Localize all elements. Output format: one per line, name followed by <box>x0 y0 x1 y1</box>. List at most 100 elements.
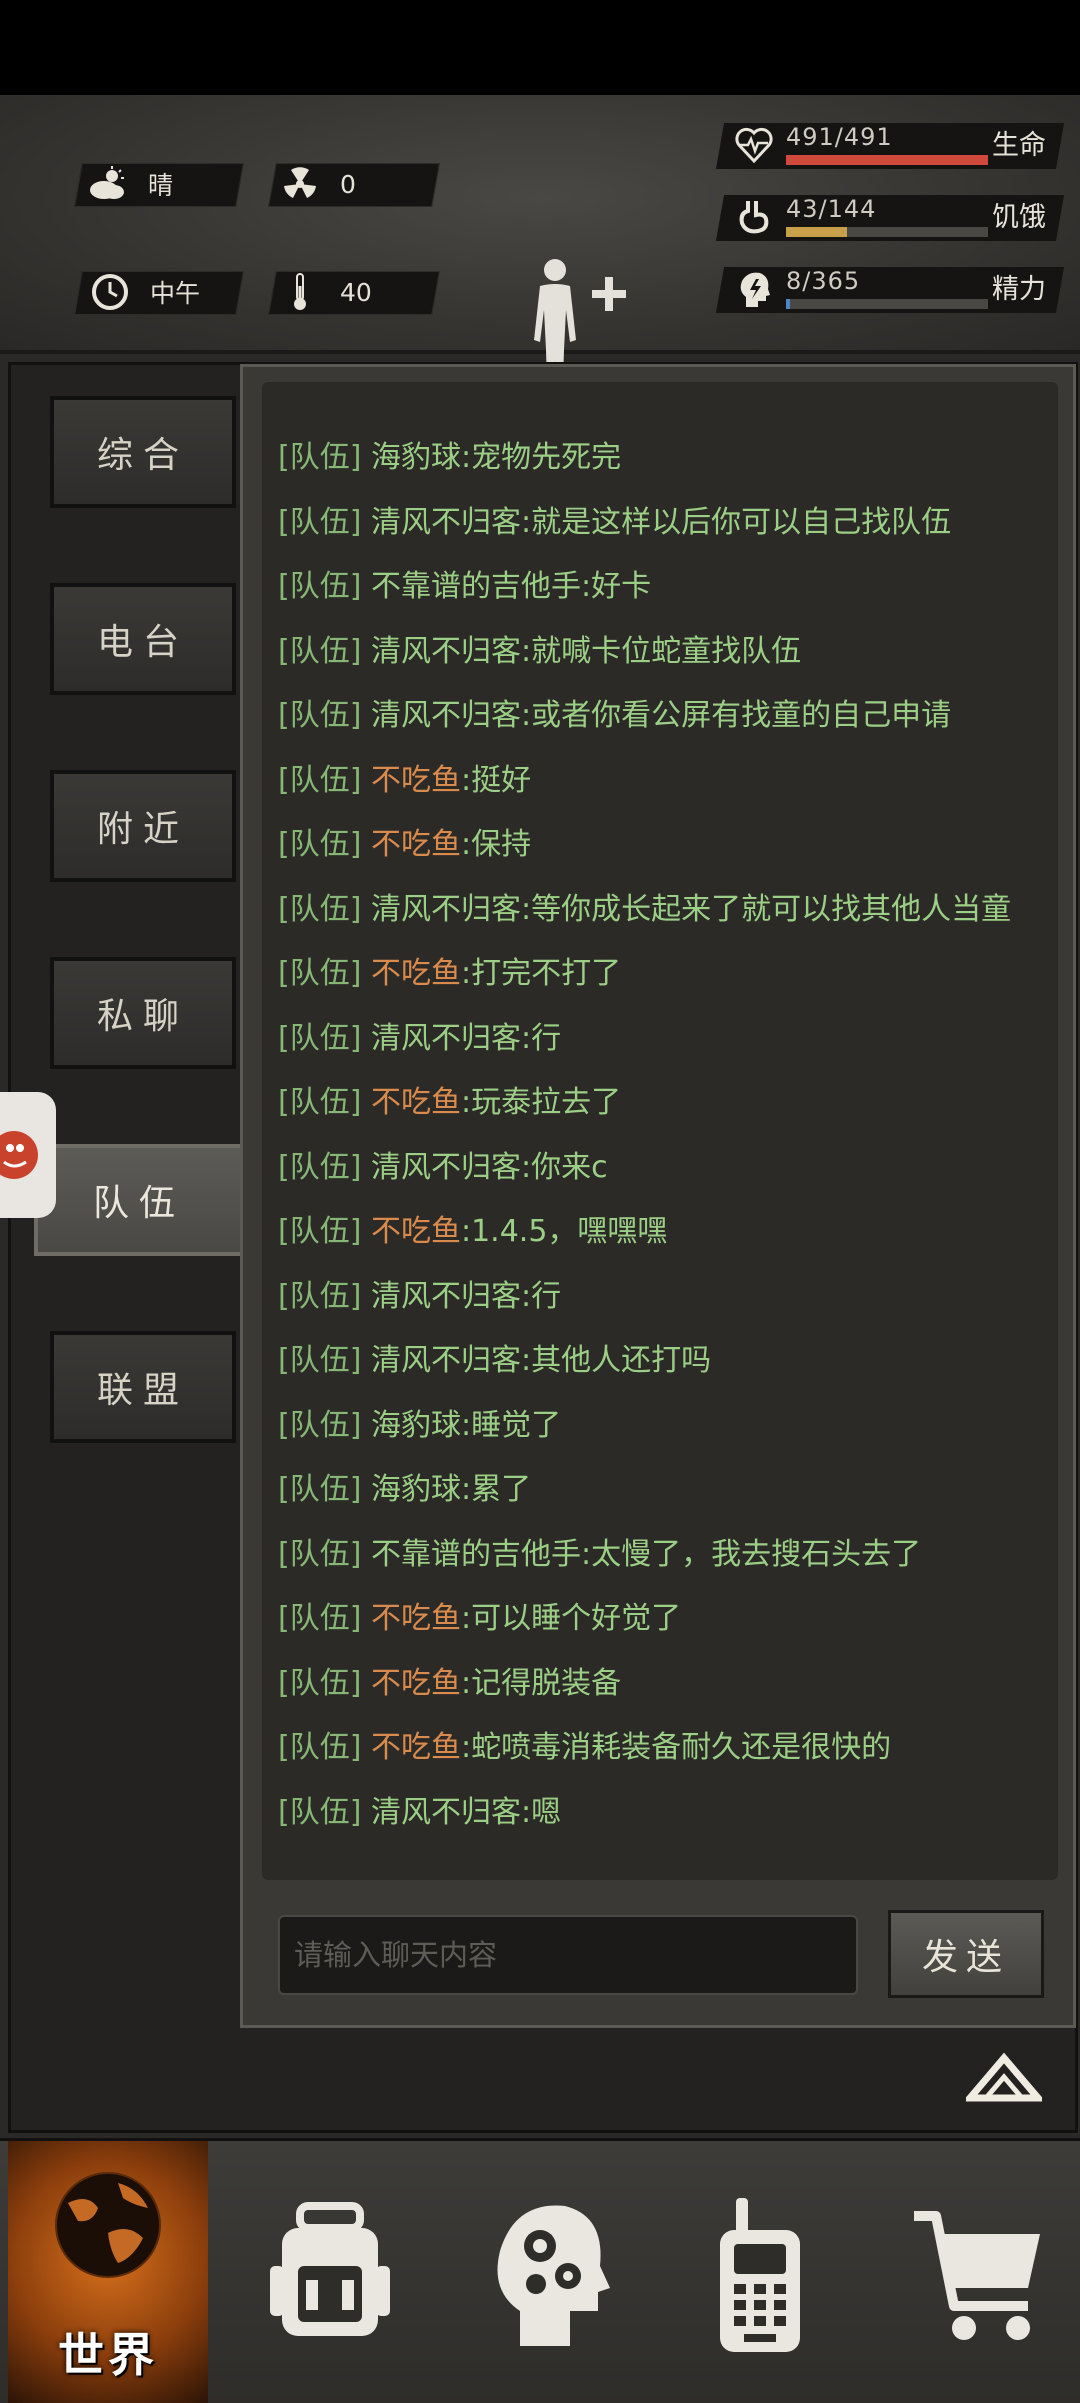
message-channel-tag: [队伍] <box>278 1149 362 1185</box>
nav-world[interactable]: 世界 <box>8 2141 208 2403</box>
player-status-header: 晴 0 中午 40 491/491 生命 43/144 饥饿 8/365 精力 <box>0 95 1080 410</box>
chat-message: [队伍] 不靠谱的吉他手:好卡 <box>278 561 651 605</box>
message-sender-name[interactable]: 清风不归客 <box>371 505 521 540</box>
message-text: :睡觉了 <box>460 1407 562 1443</box>
message-text: :挺好 <box>460 762 532 798</box>
health-value: 491/491 <box>786 123 893 151</box>
tab-radio[interactable]: 电台 <box>50 583 236 695</box>
message-sender-name[interactable]: 清风不归客 <box>371 698 521 733</box>
message-sender-name[interactable]: 不靠谱的吉他手 <box>371 1537 581 1572</box>
message-sender-name[interactable]: 海豹球 <box>371 1472 461 1507</box>
message-sender-name[interactable]: 清风不归客 <box>371 1021 521 1056</box>
health-label: 生命 <box>992 130 1046 161</box>
message-sender-name[interactable]: 清风不归客 <box>371 1795 521 1830</box>
message-text: :保持 <box>460 827 532 862</box>
floating-assistant-button[interactable] <box>0 1092 56 1218</box>
message-sender-name[interactable]: 清风不归客 <box>371 1150 521 1185</box>
tab-general[interactable]: 综合 <box>50 396 236 508</box>
message-text: :等你成长起来了就可以找其他人当童 <box>520 891 1012 927</box>
head-gears-icon <box>497 2205 610 2346</box>
message-text: :打完不打了 <box>460 956 622 991</box>
message-sender-name[interactable]: 清风不归客 <box>371 1279 521 1314</box>
energy-bar-fill <box>786 299 791 309</box>
message-text: :嗯 <box>520 1794 562 1830</box>
message-text: :或者你看公屏有找童的自己申请 <box>520 698 952 733</box>
clock-icon <box>90 272 130 312</box>
message-channel-tag: [队伍] <box>278 1536 362 1572</box>
message-channel-tag: [队伍] <box>278 1472 362 1507</box>
energy-label: 精力 <box>992 274 1046 305</box>
nav-backpack[interactable] <box>260 2141 400 2403</box>
message-channel-tag: [队伍] <box>278 1278 362 1314</box>
temperature-value: 40 <box>340 277 372 307</box>
message-sender-name[interactable]: 清风不归客 <box>371 634 521 669</box>
chat-message: [队伍] 清风不归客:嗯 <box>278 1787 561 1831</box>
chat-message: [队伍] 清风不归客:你来c <box>278 1142 608 1186</box>
message-sender-name[interactable]: 海豹球 <box>371 440 461 475</box>
backpack-icon <box>270 2202 390 2336</box>
message-channel-tag: [队伍] <box>278 1020 362 1056</box>
message-text: :行 <box>520 1278 562 1314</box>
message-channel-tag: [队伍] <box>278 891 362 927</box>
message-channel-tag: [队伍] <box>278 1794 362 1830</box>
hunger-value: 43/144 <box>786 195 877 223</box>
chat-message: [队伍] 不吃鱼:1.4.5，嘿嘿嘿 <box>278 1206 667 1250</box>
message-channel-tag: [队伍] <box>278 504 362 540</box>
tab-alliance[interactable]: 联盟 <box>50 1331 236 1443</box>
message-channel-tag: [队伍] <box>278 762 362 798</box>
message-sender-name[interactable]: 不吃鱼 <box>371 1214 461 1249</box>
message-channel-tag: [队伍] <box>278 1730 362 1765</box>
nav-shop[interactable] <box>910 2141 1050 2403</box>
message-channel-tag: [队伍] <box>278 1343 362 1378</box>
message-text: :就喊卡位蛇童找队伍 <box>520 633 802 669</box>
chat-message: [队伍] 清风不归客:就是这样以后你可以自己找队伍 <box>278 497 951 541</box>
status-bar <box>0 0 1080 95</box>
message-sender-name[interactable]: 不靠谱的吉他手 <box>371 569 581 604</box>
message-channel-tag: [队伍] <box>278 633 362 669</box>
hunger-label: 饥饿 <box>992 202 1046 233</box>
chat-input[interactable]: 请输入聊天内容 <box>278 1915 858 1995</box>
message-sender-name[interactable]: 不吃鱼 <box>371 1730 461 1765</box>
walkie-talkie-icon <box>720 2198 800 2352</box>
chat-message: [队伍] 不吃鱼:记得脱装备 <box>278 1658 621 1702</box>
chat-message: [队伍] 不吃鱼:可以睡个好觉了 <box>278 1593 681 1637</box>
chat-message-list[interactable] <box>262 382 1058 1880</box>
chat-message: [队伍] 不吃鱼:保持 <box>278 819 531 863</box>
chat-message: [队伍] 不靠谱的吉他手:太慢了，我去搜石头去了 <box>278 1529 921 1573</box>
nav-skills[interactable] <box>480 2141 620 2403</box>
stomach-icon <box>734 197 774 237</box>
chat-message: [队伍] 海豹球:睡觉了 <box>278 1400 561 1444</box>
message-sender-name[interactable]: 不吃鱼 <box>371 1085 461 1120</box>
nav-radio[interactable] <box>700 2141 820 2403</box>
message-text: :记得脱装备 <box>460 1665 622 1701</box>
globe-icon <box>55 2172 161 2278</box>
chat-message: [队伍] 不吃鱼:玩泰拉去了 <box>278 1077 621 1121</box>
message-sender-name[interactable]: 不吃鱼 <box>371 763 461 798</box>
collapse-chevron-icon[interactable] <box>962 2050 1046 2104</box>
message-channel-tag: [队伍] <box>278 956 362 991</box>
message-channel-tag: [队伍] <box>278 1601 362 1636</box>
health-stat: 491/491 生命 <box>715 115 1065 175</box>
tab-nearby[interactable]: 附近 <box>50 770 236 882</box>
message-text: :1.4.5，嘿嘿嘿 <box>460 1214 668 1249</box>
message-sender-name[interactable]: 清风不归客 <box>371 1343 521 1378</box>
chat-message: [队伍] 海豹球:宠物先死完 <box>278 432 621 476</box>
message-sender-name[interactable]: 不吃鱼 <box>371 1601 461 1636</box>
message-sender-name[interactable]: 不吃鱼 <box>371 956 461 991</box>
chat-message: [队伍] 不吃鱼:蛇喷毒消耗装备耐久还是很快的 <box>278 1722 891 1766</box>
message-sender-name[interactable]: 海豹球 <box>371 1408 461 1443</box>
send-button[interactable]: 发送 <box>888 1910 1044 1998</box>
message-sender-name[interactable]: 清风不归客 <box>371 892 521 927</box>
chat-message: [队伍] 清风不归客:其他人还打吗 <box>278 1335 711 1379</box>
chat-message: [队伍] 清风不归客:行 <box>278 1013 561 1057</box>
message-sender-name[interactable]: 不吃鱼 <box>371 1666 461 1701</box>
tab-private[interactable]: 私聊 <box>50 957 236 1069</box>
tab-team[interactable]: 队伍 <box>34 1144 244 1256</box>
chat-message: [队伍] 清风不归客:等你成长起来了就可以找其他人当童 <box>278 884 1011 928</box>
message-channel-tag: [队伍] <box>278 1407 362 1443</box>
message-text: :你来c <box>520 1149 608 1185</box>
message-text: :累了 <box>460 1472 532 1507</box>
message-sender-name[interactable]: 不吃鱼 <box>371 827 461 862</box>
message-channel-tag: [队伍] <box>278 1085 362 1120</box>
time-of-day-label: 中午 <box>150 279 201 308</box>
